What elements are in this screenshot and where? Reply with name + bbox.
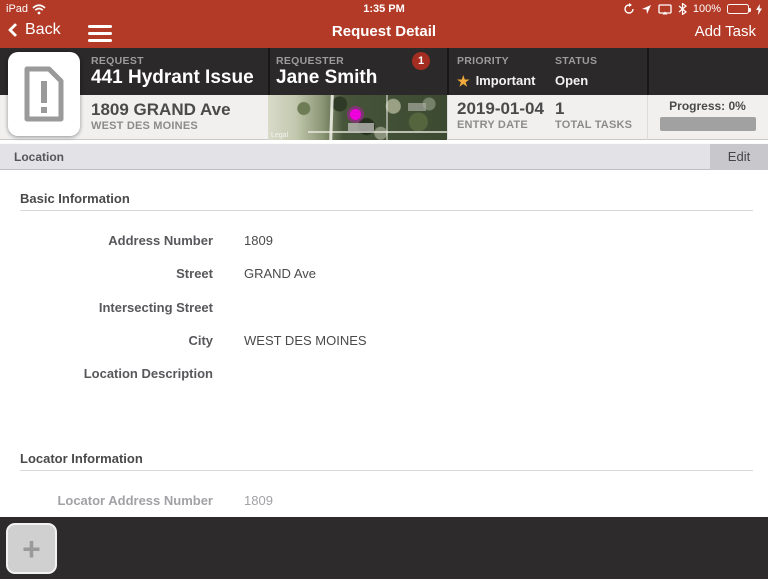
field-label-address-number: Address Number (108, 233, 213, 248)
total-tasks-value: 1 (555, 99, 565, 118)
requester-label: REQUESTER (276, 55, 345, 67)
battery-percent-label: 100% (692, 3, 721, 15)
request-address: 1809 GRAND Ave (91, 100, 231, 119)
map-legal-label: Legal (271, 132, 289, 139)
battery-icon (727, 4, 751, 14)
basic-information-heading: Basic Information (20, 191, 130, 206)
status-bar: iPad 1:35 PM 100% (0, 0, 768, 18)
divider (647, 48, 649, 95)
divider (268, 48, 270, 95)
request-label: REQUEST (91, 55, 144, 67)
charging-bolt-icon (756, 3, 762, 15)
map-building (348, 123, 374, 132)
status-value: Open (555, 73, 589, 88)
map-thumbnail[interactable]: Legal (268, 95, 447, 140)
request-detail-screen: iPad 1:35 PM 100% Back Request Detail Ad… (0, 0, 768, 579)
field-label-locator-address-number: Locator Address Number (57, 493, 213, 508)
field-value-address-number: 1809 (244, 233, 273, 248)
map-road (329, 95, 334, 140)
top-bar: iPad 1:35 PM 100% Back Request Detail Ad… (0, 0, 768, 48)
field-value-city: WEST DES MOINES (244, 333, 367, 348)
navigation-bar: Back Request Detail Add Task (0, 18, 768, 48)
field-label-street: Street (176, 266, 213, 281)
priority-label: PRIORITY (457, 55, 509, 67)
entry-date-value: 2019-01-04 (457, 99, 544, 118)
entry-date-label: ENTRY DATE (457, 119, 528, 131)
document-alert-icon (24, 66, 64, 122)
screen-mirroring-icon (658, 3, 672, 14)
field-value-street: GRAND Ave (244, 266, 317, 281)
divider (447, 48, 449, 95)
page-title: Request Detail (331, 23, 437, 40)
divider (447, 95, 448, 140)
requester-count-badge: 1 (412, 52, 430, 70)
rotation-lock-icon (624, 3, 634, 14)
request-title: 441 Hydrant Issue (91, 67, 254, 88)
section-title: Location (14, 150, 64, 164)
add-attachment-button[interactable]: + (6, 523, 57, 574)
location-section-bar: Location Edit (0, 143, 768, 170)
map-road (386, 95, 388, 140)
locator-information-heading: Locator Information (20, 451, 143, 466)
map-road (308, 131, 447, 133)
location-arrow-icon (641, 4, 651, 14)
request-type-tile (8, 52, 80, 136)
request-city: WEST DES MOINES (91, 120, 198, 132)
requester-name: Jane Smith (276, 67, 378, 88)
progress-bar (659, 117, 756, 131)
progress-label: Progress: 0% (669, 99, 746, 113)
priority-value: Important (475, 73, 536, 88)
request-summary-panel: REQUEST 441 Hydrant Issue 1809 GRAND Ave… (0, 48, 768, 143)
progress-section: Progress: 0% (647, 99, 768, 131)
star-icon: ★ (457, 72, 470, 89)
total-tasks-label: TOTAL TASKS (555, 119, 633, 131)
status-label: STATUS (555, 55, 598, 67)
edit-button[interactable]: Edit (710, 144, 768, 170)
divider (20, 210, 753, 211)
divider (20, 470, 753, 471)
bluetooth-icon (678, 3, 687, 15)
plus-icon: + (22, 530, 41, 567)
add-task-button[interactable]: Add Task (695, 23, 756, 40)
field-value-locator-address-number: 1809 (244, 493, 273, 508)
bottom-toolbar: + (0, 517, 768, 579)
field-label-intersecting-street: Intersecting Street (98, 300, 213, 315)
field-label-city: City (188, 333, 213, 348)
map-building (408, 103, 426, 111)
map-pin-dot (350, 109, 361, 120)
field-label-location-description: Location Description (83, 366, 213, 381)
